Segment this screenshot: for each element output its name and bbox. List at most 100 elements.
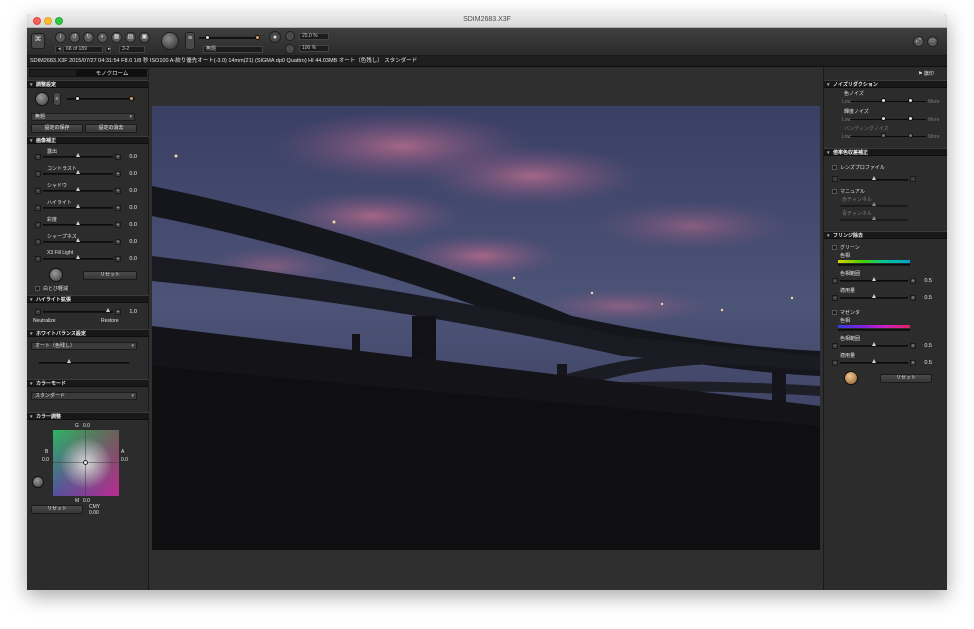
- green-range-thumb[interactable]: [872, 277, 876, 281]
- exposure-plus-button[interactable]: +: [115, 154, 121, 160]
- shadow-plus-button[interactable]: +: [115, 188, 121, 194]
- section-noise-header[interactable]: ノイズリダクション: [824, 80, 947, 89]
- lock-icon[interactable]: ●: [269, 31, 281, 43]
- highlight-ext-thumb[interactable]: [106, 308, 110, 312]
- color-noise-knob-2[interactable]: [908, 98, 913, 103]
- contrast-plus-button[interactable]: +: [115, 171, 121, 177]
- save-icon[interactable]: ▣: [139, 32, 150, 43]
- green-range-plus-button[interactable]: +: [910, 278, 916, 284]
- zoom-field-b[interactable]: 100 %: [299, 45, 329, 52]
- adjust-channel-icon[interactable]: ≡: [53, 92, 61, 106]
- adjust-knob-orange[interactable]: [129, 96, 134, 101]
- green-hue-slider[interactable]: [838, 264, 910, 266]
- fullscreen-icon[interactable]: ⤢: [913, 36, 924, 47]
- magenta-hue-slider[interactable]: [838, 329, 910, 331]
- white-balance-slider[interactable]: [39, 362, 129, 364]
- color-noise-knob[interactable]: [881, 98, 886, 103]
- contrast-thumb[interactable]: [76, 170, 80, 174]
- color-noise-slider[interactable]: [850, 101, 926, 102]
- sharpness-thumb[interactable]: [76, 238, 80, 242]
- color-adjust-reset-button[interactable]: リセット: [31, 505, 83, 514]
- clip-reduction-checkbox[interactable]: [35, 286, 40, 291]
- delete-settings-button[interactable]: 設定の消去: [85, 124, 137, 133]
- section-lens-header[interactable]: 倍率色収差補正: [824, 148, 947, 157]
- grid-icon[interactable]: ▦: [111, 32, 122, 43]
- shadow-thumb[interactable]: [76, 187, 80, 191]
- manual-checkbox[interactable]: [832, 189, 837, 194]
- sharpness-minus-button[interactable]: -: [35, 239, 41, 245]
- lum-noise-slider[interactable]: [850, 119, 926, 120]
- image-correction-reset-button[interactable]: リセット: [83, 271, 137, 280]
- compare-icon[interactable]: ◐: [97, 32, 108, 43]
- magenta-amount-thumb[interactable]: [872, 359, 876, 363]
- fringe-eyedropper-icon[interactable]: [844, 371, 858, 385]
- magenta-range-minus-button[interactable]: -: [832, 343, 838, 349]
- green-fringe-checkbox[interactable]: [832, 245, 837, 250]
- layout-icon[interactable]: ▭: [927, 36, 938, 47]
- highlight-plus-button[interactable]: +: [115, 205, 121, 211]
- info-icon[interactable]: i: [55, 32, 66, 43]
- rotate-right-icon[interactable]: ↻: [83, 32, 94, 43]
- highlight-minus-button[interactable]: -: [35, 205, 41, 211]
- magenta-amount-plus-button[interactable]: +: [910, 360, 916, 366]
- section-color-adjust-header[interactable]: カラー調整: [27, 412, 149, 421]
- sharpness-plus-button[interactable]: +: [115, 239, 121, 245]
- saturation-plus-button[interactable]: +: [115, 222, 121, 228]
- fill-light-thumb[interactable]: [76, 255, 80, 259]
- next-image-button[interactable]: ▸: [105, 46, 111, 53]
- shadow-minus-button[interactable]: -: [35, 188, 41, 194]
- white-balance-dropdown[interactable]: オート（色残し）: [31, 342, 137, 350]
- section-highlight-ext-header[interactable]: ハイライト拡張: [27, 295, 149, 304]
- green-amount-thumb[interactable]: [872, 294, 876, 298]
- saturation-minus-button[interactable]: -: [35, 222, 41, 228]
- fringe-reset-button[interactable]: リセット: [880, 374, 932, 383]
- highlight-thumb[interactable]: [76, 204, 80, 208]
- adjust-knob-white[interactable]: [75, 96, 80, 101]
- highlight-ext-plus-button[interactable]: +: [115, 309, 121, 315]
- sigma-adjust-icon[interactable]: [35, 92, 49, 106]
- prev-image-button[interactable]: ◂: [55, 46, 61, 53]
- lum-noise-knob-2[interactable]: [908, 116, 913, 121]
- tab-color[interactable]: [29, 69, 77, 77]
- highlight-ext-minus-button[interactable]: -: [35, 309, 41, 315]
- section-image-correction-header[interactable]: 画像補正: [27, 136, 149, 145]
- toolbar-slider-knob[interactable]: [205, 35, 210, 40]
- histogram-icon[interactable]: ▤: [125, 32, 136, 43]
- tab-monochrome[interactable]: モノクローム: [77, 69, 147, 77]
- lum-noise-knob[interactable]: [881, 116, 886, 121]
- magenta-amount-minus-button[interactable]: -: [832, 360, 838, 366]
- color-pad-handle[interactable]: [83, 460, 88, 465]
- section-color-mode-header[interactable]: カラーモード: [27, 379, 149, 388]
- lens-minus-button[interactable]: [832, 176, 838, 182]
- fill-light-minus-button[interactable]: -: [35, 256, 41, 262]
- color-eyedropper-icon[interactable]: [32, 476, 44, 488]
- preset-select[interactable]: 無題: [203, 46, 263, 53]
- channel-switch-icon[interactable]: ≡: [185, 32, 195, 50]
- section-fringe-header[interactable]: フリンジ除去: [824, 231, 947, 240]
- magenta-fringe-checkbox[interactable]: [832, 310, 837, 315]
- banding-noise-knob[interactable]: [881, 133, 886, 138]
- section-adjust-header[interactable]: 調整設定: [27, 80, 149, 89]
- color-wheel-pad[interactable]: [53, 430, 119, 496]
- highlight-ext-slider[interactable]: [43, 311, 113, 313]
- save-settings-button[interactable]: 設定の保存: [31, 124, 83, 133]
- zoom-100-icon[interactable]: [285, 44, 295, 54]
- green-range-minus-button[interactable]: -: [832, 278, 838, 284]
- photo-preview[interactable]: [152, 106, 820, 550]
- banding-noise-slider[interactable]: [850, 136, 926, 137]
- red-channel-thumb[interactable]: [872, 202, 876, 206]
- blue-channel-thumb[interactable]: [872, 216, 876, 220]
- preset-dropdown[interactable]: 無題: [31, 113, 135, 121]
- exposure-minus-button[interactable]: -: [35, 154, 41, 160]
- color-mode-dropdown[interactable]: スタンダード: [31, 392, 137, 400]
- contrast-minus-button[interactable]: -: [35, 171, 41, 177]
- green-amount-plus-button[interactable]: +: [910, 295, 916, 301]
- rotate-left-icon[interactable]: ↺: [69, 32, 80, 43]
- zoom-field-a[interactable]: 25.0 %: [299, 33, 329, 40]
- lens-plus-button[interactable]: [910, 176, 916, 182]
- eyedropper-icon[interactable]: [49, 268, 63, 282]
- sigma-mode-icon[interactable]: [161, 32, 179, 50]
- saturation-thumb[interactable]: [76, 221, 80, 225]
- white-balance-thumb[interactable]: [67, 359, 71, 363]
- zoom-select[interactable]: 3-2: [119, 46, 145, 53]
